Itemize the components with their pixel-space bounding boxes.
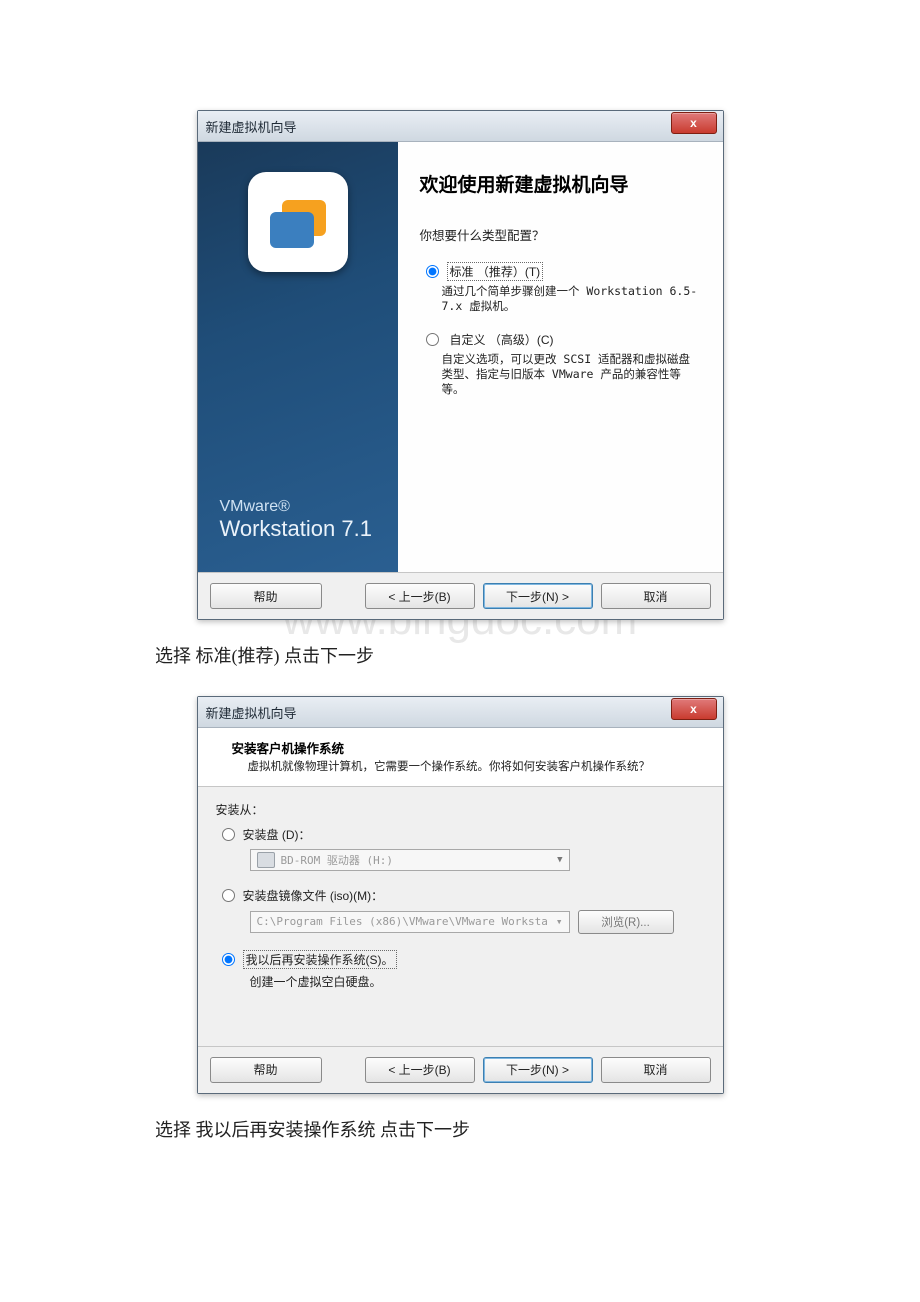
- option-typical-label: 标准 （推荐）(T): [447, 262, 544, 281]
- option-install-disc-label: 安装盘 (D)：: [243, 826, 311, 843]
- option-install-later-label: 我以后再安装操作系统(S)。: [243, 950, 397, 969]
- brand-label-1: VMware®: [220, 498, 398, 516]
- back-button[interactable]: < 上一步(B): [365, 1057, 475, 1083]
- option-custom[interactable]: 自定义 （高级）(C) 自定义选项，可以更改 SCSI 适配器和虚拟磁盘类型、指…: [420, 330, 701, 397]
- brand-label-2: Workstation 7.1: [220, 516, 398, 542]
- option-install-iso[interactable]: 安装盘镜像文件 (iso)(M)： C:\Program Files (x86)…: [216, 887, 705, 934]
- chevron-down-icon: ▼: [557, 855, 562, 865]
- back-button[interactable]: < 上一步(B): [365, 583, 475, 609]
- option-custom-radio[interactable]: [426, 333, 439, 346]
- option-install-iso-label: 安装盘镜像文件 (iso)(M)：: [243, 887, 384, 904]
- option-typical-desc: 通过几个简单步骤创建一个 Workstation 6.5-7.x 虚拟机。: [442, 284, 701, 314]
- step-desc: 虚拟机就像物理计算机，它需要一个操作系统。你将如何安装客户机操作系统？: [248, 760, 709, 776]
- option-install-later-desc: 创建一个虚拟空白硬盘。: [250, 973, 705, 990]
- titlebar[interactable]: 新建虚拟机向导 x: [198, 111, 723, 142]
- next-button[interactable]: 下一步(N) >: [483, 583, 593, 609]
- vmware-logo-icon: [248, 172, 348, 272]
- window-title: 新建虚拟机向导: [206, 703, 671, 722]
- option-custom-desc: 自定义选项，可以更改 SCSI 适配器和虚拟磁盘类型、指定与旧版本 VMware…: [442, 352, 701, 397]
- button-bar: 帮助 < 上一步(B) 下一步(N) > 取消: [198, 572, 723, 619]
- help-button[interactable]: 帮助: [210, 1057, 322, 1083]
- cancel-button[interactable]: 取消: [601, 1057, 711, 1083]
- wizard-heading: 欢迎使用新建虚拟机向导: [420, 170, 701, 197]
- drive-select-value: BD-ROM 驱动器 (H:): [281, 852, 393, 868]
- wizard-step-header: 安装客户机操作系统 虚拟机就像物理计算机，它需要一个操作系统。你将如何安装客户机…: [198, 728, 723, 787]
- close-button[interactable]: x: [671, 112, 717, 134]
- new-vm-wizard-dialog-2: 新建虚拟机向导 x 安装客户机操作系统 虚拟机就像物理计算机，它需要一个操作系统…: [197, 696, 724, 1094]
- option-install-disc-radio[interactable]: [222, 828, 235, 841]
- window-title: 新建虚拟机向导: [206, 117, 671, 136]
- option-install-later-radio[interactable]: [222, 953, 235, 966]
- option-typical-radio[interactable]: [426, 265, 439, 278]
- close-button[interactable]: x: [671, 698, 717, 720]
- disc-drive-icon: [257, 852, 275, 868]
- iso-path-value: C:\Program Files (x86)\VMware\VMware Wor…: [257, 915, 548, 928]
- option-install-disc[interactable]: 安装盘 (D)： BD-ROM 驱动器 (H:) ▼: [216, 826, 705, 871]
- help-button[interactable]: 帮助: [210, 583, 322, 609]
- step-title: 安装客户机操作系统: [232, 738, 709, 757]
- close-icon: x: [690, 116, 697, 130]
- new-vm-wizard-dialog-1: 新建虚拟机向导 x VMware® Workstation 7.1 欢: [197, 110, 724, 620]
- drive-select[interactable]: BD-ROM 驱动器 (H:) ▼: [250, 849, 570, 871]
- close-icon: x: [690, 702, 697, 716]
- config-type-prompt: 你想要什么类型配置？: [420, 225, 701, 244]
- instruction-caption-2: 选择 我以后再安装操作系统 点击下一步: [155, 1116, 920, 1142]
- next-button[interactable]: 下一步(N) >: [483, 1057, 593, 1083]
- instruction-caption-1: 选择 标准(推荐) 点击下一步: [155, 642, 920, 668]
- iso-path-input[interactable]: C:\Program Files (x86)\VMware\VMware Wor…: [250, 911, 570, 933]
- chevron-down-icon: ▾: [556, 915, 563, 928]
- titlebar[interactable]: 新建虚拟机向导 x: [198, 697, 723, 728]
- option-custom-label: 自定义 （高级）(C): [447, 330, 557, 349]
- option-typical[interactable]: 标准 （推荐）(T) 通过几个简单步骤创建一个 Workstation 6.5-…: [420, 262, 701, 314]
- wizard-side-banner: VMware® Workstation 7.1: [198, 142, 398, 572]
- button-bar: 帮助 < 上一步(B) 下一步(N) > 取消: [198, 1046, 723, 1093]
- cancel-button[interactable]: 取消: [601, 583, 711, 609]
- option-install-iso-radio[interactable]: [222, 889, 235, 902]
- option-install-later[interactable]: 我以后再安装操作系统(S)。 创建一个虚拟空白硬盘。: [216, 950, 705, 990]
- browse-button[interactable]: 浏览(R)...: [578, 910, 674, 934]
- install-from-label: 安装从：: [216, 801, 705, 818]
